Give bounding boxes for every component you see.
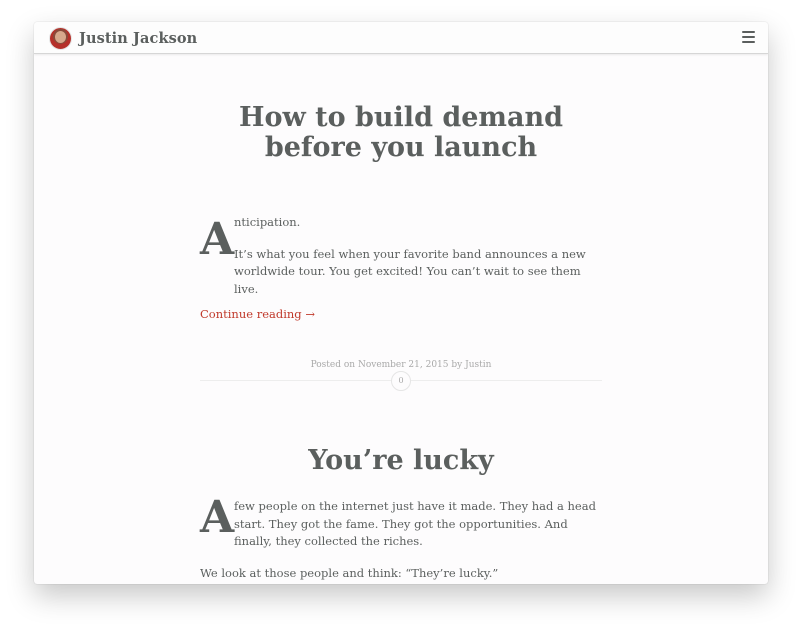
excerpt-paragraph: It’s what you feel when your favorite ba… [234,246,586,296]
site-name: Justin Jackson [79,30,198,47]
avatar [49,27,72,50]
post-excerpt: A few people on the internet just have i… [200,492,602,582]
comment-count-badge[interactable]: 0 [391,371,411,391]
post-meta: Posted on November 21, 2015 by Justin [200,360,602,370]
post-title-link[interactable]: You’re lucky [200,446,602,476]
drop-cap: A [200,214,235,265]
post-title-link[interactable]: How to build demand before you launch [190,103,612,163]
author-link[interactable]: Justin [465,360,491,370]
excerpt-paragraph: few people on the internet just have it … [234,499,596,548]
top-navigation-bar: Justin Jackson [34,22,768,54]
excerpt-first-line: nticipation. [234,215,301,229]
browser-window: Justin Jackson How to build demand befor… [34,22,768,584]
post-date-link[interactable]: November 21, 2015 [358,360,449,370]
continue-reading-link[interactable]: Continue reading → [200,307,315,321]
meta-prefix: Posted on [310,360,358,370]
excerpt-paragraph: We look at those people and think: “They… [200,565,499,580]
post-excerpt: A nticipation. It’s what you feel when y… [200,214,602,298]
hamburger-menu-icon[interactable] [742,31,755,43]
drop-cap: A [200,492,235,543]
site-brand-link[interactable]: Justin Jackson [49,27,197,50]
meta-by: by [448,360,466,370]
